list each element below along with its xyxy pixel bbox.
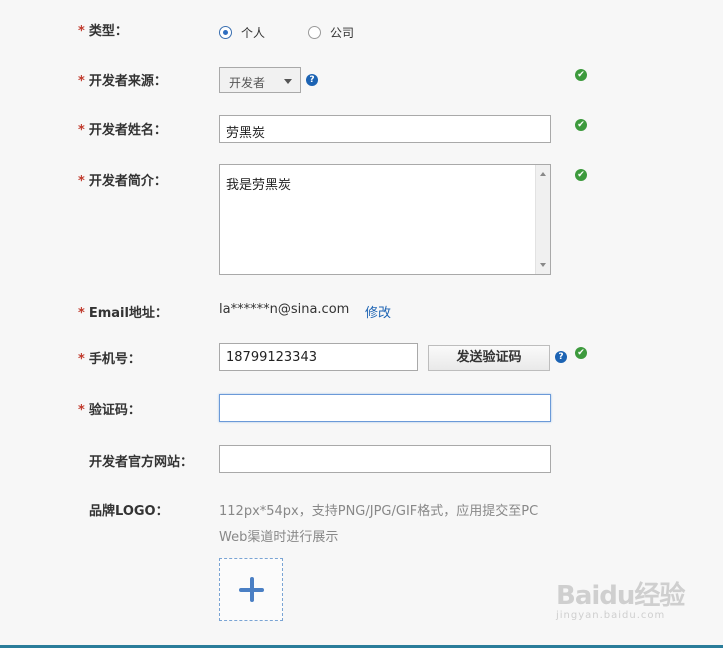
- intro-textarea-value: 我是劳黑炭: [226, 178, 292, 193]
- check-icon: ✔: [575, 347, 587, 359]
- required-mark: *: [78, 403, 85, 418]
- phone-input-value: 18799123343: [226, 350, 317, 365]
- type-label: * 类型：: [78, 20, 128, 39]
- phone-label: * 手机号：: [78, 348, 141, 367]
- required-mark: *: [78, 24, 85, 39]
- name-label: * 开发者姓名：: [78, 119, 167, 138]
- logo-hint-line1: 112px*54px，支持PNG/JPG/GIF格式，应用提交至PC: [219, 504, 539, 519]
- logo-upload-button[interactable]: [219, 558, 283, 621]
- name-label-text: 开发者姓名：: [88, 123, 167, 138]
- email-label: * Email地址：: [78, 302, 168, 321]
- intro-label: * 开发者简介：: [78, 170, 167, 189]
- required-mark: *: [78, 123, 85, 138]
- source-label: * 开发者来源：: [78, 70, 167, 89]
- type-radio-personal[interactable]: 个人: [219, 24, 265, 41]
- type-option-company-label: 公司: [330, 26, 355, 40]
- send-code-button[interactable]: 发送验证码: [428, 345, 550, 371]
- plus-icon-vertical: [250, 577, 254, 602]
- radio-selected-icon: [219, 26, 232, 39]
- intro-textarea[interactable]: 我是劳黑炭: [219, 164, 551, 275]
- chevron-down-icon: [284, 79, 292, 84]
- code-label-text: 验证码：: [88, 403, 141, 418]
- name-input[interactable]: 劳黑炭: [219, 115, 551, 143]
- required-mark: *: [78, 352, 85, 367]
- name-input-value: 劳黑炭: [226, 126, 266, 141]
- required-mark: *: [78, 306, 85, 321]
- source-select[interactable]: 开发者: [219, 67, 301, 93]
- scroll-down-icon[interactable]: [540, 263, 546, 267]
- required-mark: *: [78, 74, 85, 89]
- required-mark: *: [78, 174, 85, 189]
- type-option-personal-label: 个人: [241, 26, 266, 40]
- logo-label: 品牌LOGO：: [89, 504, 169, 519]
- website-label: 开发者官方网站：: [89, 455, 194, 470]
- scroll-up-icon[interactable]: [540, 172, 546, 176]
- check-icon: ✔: [575, 119, 587, 131]
- radio-unselected-icon: [308, 26, 321, 39]
- phone-label-text: 手机号：: [88, 352, 141, 367]
- email-value: la******n@sina.com: [219, 302, 350, 317]
- help-icon[interactable]: ?: [555, 351, 567, 363]
- logo-hint-line2: Web渠道时进行展示: [219, 530, 339, 545]
- intro-label-text: 开发者简介：: [88, 174, 167, 189]
- baidu-watermark: Baidu经验 jingyan.baidu.com: [556, 575, 685, 621]
- type-label-text: 类型：: [88, 24, 128, 39]
- textarea-scrollbar[interactable]: [535, 165, 550, 274]
- check-icon: ✔: [575, 69, 587, 81]
- email-edit-link[interactable]: 修改: [365, 302, 391, 321]
- type-radio-company[interactable]: 公司: [308, 24, 354, 41]
- website-input[interactable]: [219, 445, 551, 473]
- watermark-main: Baidu经验: [556, 581, 685, 611]
- code-label: * 验证码：: [78, 399, 141, 418]
- help-icon[interactable]: ?: [306, 74, 318, 86]
- watermark-sub: jingyan.baidu.com: [556, 610, 666, 621]
- code-input[interactable]: [219, 394, 551, 422]
- source-label-text: 开发者来源：: [88, 74, 167, 89]
- phone-input[interactable]: 18799123343: [219, 343, 418, 371]
- email-label-text: Email地址：: [88, 306, 168, 321]
- check-icon: ✔: [575, 169, 587, 181]
- source-select-value: 开发者: [229, 76, 266, 90]
